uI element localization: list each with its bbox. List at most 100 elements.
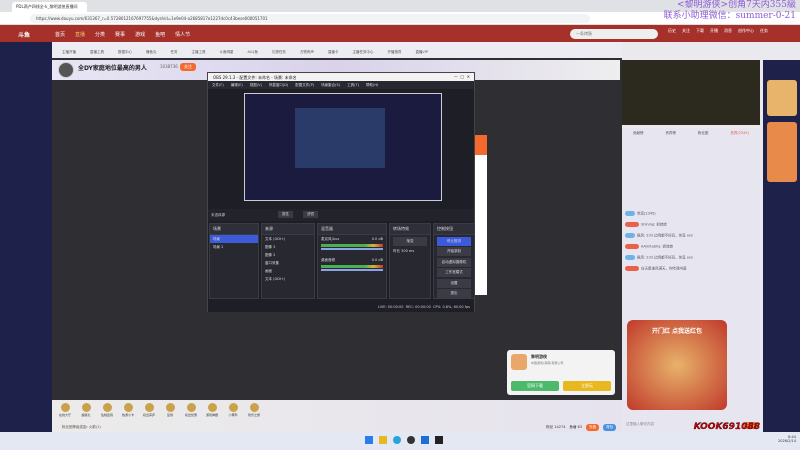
broadcast-button[interactable]: 开播 xyxy=(710,28,718,34)
obs-preview[interactable] xyxy=(244,93,442,201)
download-game-button[interactable]: 官网下载 xyxy=(511,381,559,391)
subnav-item[interactable]: 直播工具 xyxy=(90,50,104,58)
subnav-item[interactable]: 斗鱼明星 xyxy=(220,50,234,58)
subnav-item[interactable]: 数据中心 xyxy=(118,50,132,58)
obs-menu-item[interactable]: 帮助(H) xyxy=(366,83,378,87)
chat-tab[interactable]: 粉丝团 xyxy=(698,131,709,136)
subnav-item[interactable]: 赚鱼丸 xyxy=(146,50,157,58)
douyu-logo[interactable]: 斗鱼 xyxy=(18,30,30,39)
nav-live[interactable]: 直播 xyxy=(75,31,85,38)
recharge-button[interactable]: 充值 xyxy=(586,424,599,431)
follow-streamer-button[interactable]: 关注 xyxy=(180,63,196,71)
source-item[interactable]: 图像 2 xyxy=(262,251,314,259)
obs-menu-item[interactable]: 编辑(E) xyxy=(231,83,243,87)
control-button[interactable]: 开始录制 xyxy=(437,247,471,256)
subnav-item[interactable]: 直播VIP xyxy=(415,50,428,58)
subnav-item[interactable]: 开播指导 xyxy=(387,50,401,58)
volume-slider[interactable] xyxy=(321,269,383,271)
tasks-button[interactable]: 任务 xyxy=(760,28,768,34)
obs-icon[interactable] xyxy=(407,436,415,444)
follow-button[interactable]: 关注 xyxy=(682,28,690,34)
messages-button[interactable]: 消息 xyxy=(724,28,732,34)
obs-menu-item[interactable]: 视图(V) xyxy=(250,83,262,87)
gift-item[interactable]: 热游小卡 xyxy=(121,403,135,417)
source-item[interactable]: 画面 xyxy=(262,267,314,275)
nav-yuba[interactable]: 鱼吧 xyxy=(155,31,165,38)
download-button[interactable]: 下载 xyxy=(696,28,704,34)
control-button[interactable]: 工作室模式 xyxy=(437,268,471,277)
duration-field[interactable]: 时长 300 ms xyxy=(390,247,430,255)
obs-menu-item[interactable]: 配置文件(P) xyxy=(295,83,314,87)
event-card[interactable] xyxy=(767,80,797,116)
gift-item[interactable]: 小黄鸭 xyxy=(226,403,240,417)
nav-events[interactable]: 赛事 xyxy=(115,31,125,38)
subnav-item[interactable]: 主播工具 xyxy=(192,50,206,58)
gift-item[interactable]: 欢乐之旅 xyxy=(247,403,261,417)
subnav-item[interactable]: 直播卡 xyxy=(328,50,339,58)
play-game-button[interactable]: 立即玩 xyxy=(563,381,611,391)
subnav-item[interactable]: 任务 xyxy=(171,50,178,58)
browser-tab[interactable]: PDL两卢四线全-k_黎明游侠直播间 xyxy=(12,2,87,12)
subnav-item[interactable]: AI斗鱼 xyxy=(248,50,258,58)
source-item[interactable]: 文本 (GDI+) xyxy=(262,275,314,283)
obs-menu-item[interactable]: 工具(T) xyxy=(347,83,359,87)
start-icon[interactable] xyxy=(365,436,373,444)
nav-games[interactable]: 游戏 xyxy=(135,31,145,38)
app-icon[interactable] xyxy=(435,436,443,444)
nav-home[interactable]: 首页 xyxy=(55,31,65,38)
source-item[interactable]: 窗口采集 xyxy=(262,259,314,267)
app-icon[interactable] xyxy=(421,436,429,444)
obs-window: OBS 29.1.3 - 配置文件: 未命名 - 场景: 未命名 — □ ✕ 文… xyxy=(207,72,475,312)
control-button[interactable]: 退出 xyxy=(437,289,471,298)
gift-item[interactable]: 超级礼 xyxy=(79,403,93,417)
chat-tab[interactable]: 贡献榜 xyxy=(633,131,644,136)
gift-item[interactable]: 初出优惠 xyxy=(184,403,198,417)
chat-tab[interactable]: 贵宾榜 xyxy=(665,131,676,136)
gift-item[interactable]: 签到 xyxy=(163,403,177,417)
properties-button[interactable]: 属性 xyxy=(278,211,293,218)
filters-button[interactable]: 滤镜 xyxy=(303,211,318,218)
history-button[interactable]: 历史 xyxy=(668,28,676,34)
obs-menu-item[interactable]: 场景集合(S) xyxy=(321,83,340,87)
subnav-item[interactable]: 主播任务中心 xyxy=(352,50,373,58)
nav-valentine[interactable]: 情人节 xyxy=(175,31,190,38)
left-sidebar xyxy=(0,42,52,432)
event-card[interactable] xyxy=(767,122,797,182)
gift-item[interactable]: 游戏神器 xyxy=(205,403,219,417)
nav-category[interactable]: 分类 xyxy=(95,31,105,38)
volume-slider[interactable] xyxy=(321,248,383,250)
edge-icon[interactable] xyxy=(393,436,401,444)
promo-banner[interactable]: 开门红 点我送红包 xyxy=(627,320,727,410)
gift-item[interactable]: 初出茅庐 xyxy=(142,403,156,417)
subnav-item[interactable]: 万物有声 xyxy=(300,50,314,58)
obs-menu-item[interactable]: 停靠窗口(D) xyxy=(269,83,288,87)
gift-item[interactable]: 仙桃签到 xyxy=(100,403,114,417)
file-explorer-icon[interactable] xyxy=(379,436,387,444)
volume-meter xyxy=(321,244,383,247)
chat-tab[interactable]: 贵宾(2345) xyxy=(730,131,749,136)
gift-label: 热游小卡 xyxy=(121,413,134,417)
url-input[interactable]: https://www.douyu.com/631367_r=0.5728012… xyxy=(30,14,590,23)
subnav-item[interactable]: 礼物任务 xyxy=(272,50,286,58)
taskbar-apps xyxy=(365,436,443,444)
backpack-button[interactable]: 背包 xyxy=(603,424,616,431)
chat-text: 稳风: 233 边境都不好玩，你真 xxx xyxy=(637,233,693,238)
source-item[interactable]: 文本 (GDI+) xyxy=(262,235,314,243)
subnav-item[interactable]: 主播开播 xyxy=(62,50,76,58)
control-button[interactable]: 停止推流 xyxy=(437,236,471,246)
transition-select[interactable]: 渐变 xyxy=(393,236,427,246)
obs-menu-item[interactable]: 文件(F) xyxy=(212,83,224,87)
cpu-status: CPU: 0.8%, 60.00 fps xyxy=(433,305,470,309)
scene-item[interactable]: 场景 xyxy=(210,235,258,243)
window-controls[interactable]: — □ ✕ xyxy=(454,74,470,79)
ad-banner[interactable] xyxy=(622,60,760,125)
creator-center-button[interactable]: 创作中心 xyxy=(738,28,754,34)
streamer-avatar[interactable] xyxy=(58,62,74,78)
control-button[interactable]: 启动虚拟摄像机 xyxy=(437,257,471,267)
search-input[interactable]: 一条烤肠 xyxy=(570,29,658,39)
scene-item[interactable]: 场景 2 xyxy=(210,243,258,251)
control-button[interactable]: 设置 xyxy=(437,278,471,288)
gift-item[interactable]: 在线大厅 xyxy=(58,403,72,417)
right-strip xyxy=(763,60,800,432)
source-item[interactable]: 图像 3 xyxy=(262,243,314,251)
